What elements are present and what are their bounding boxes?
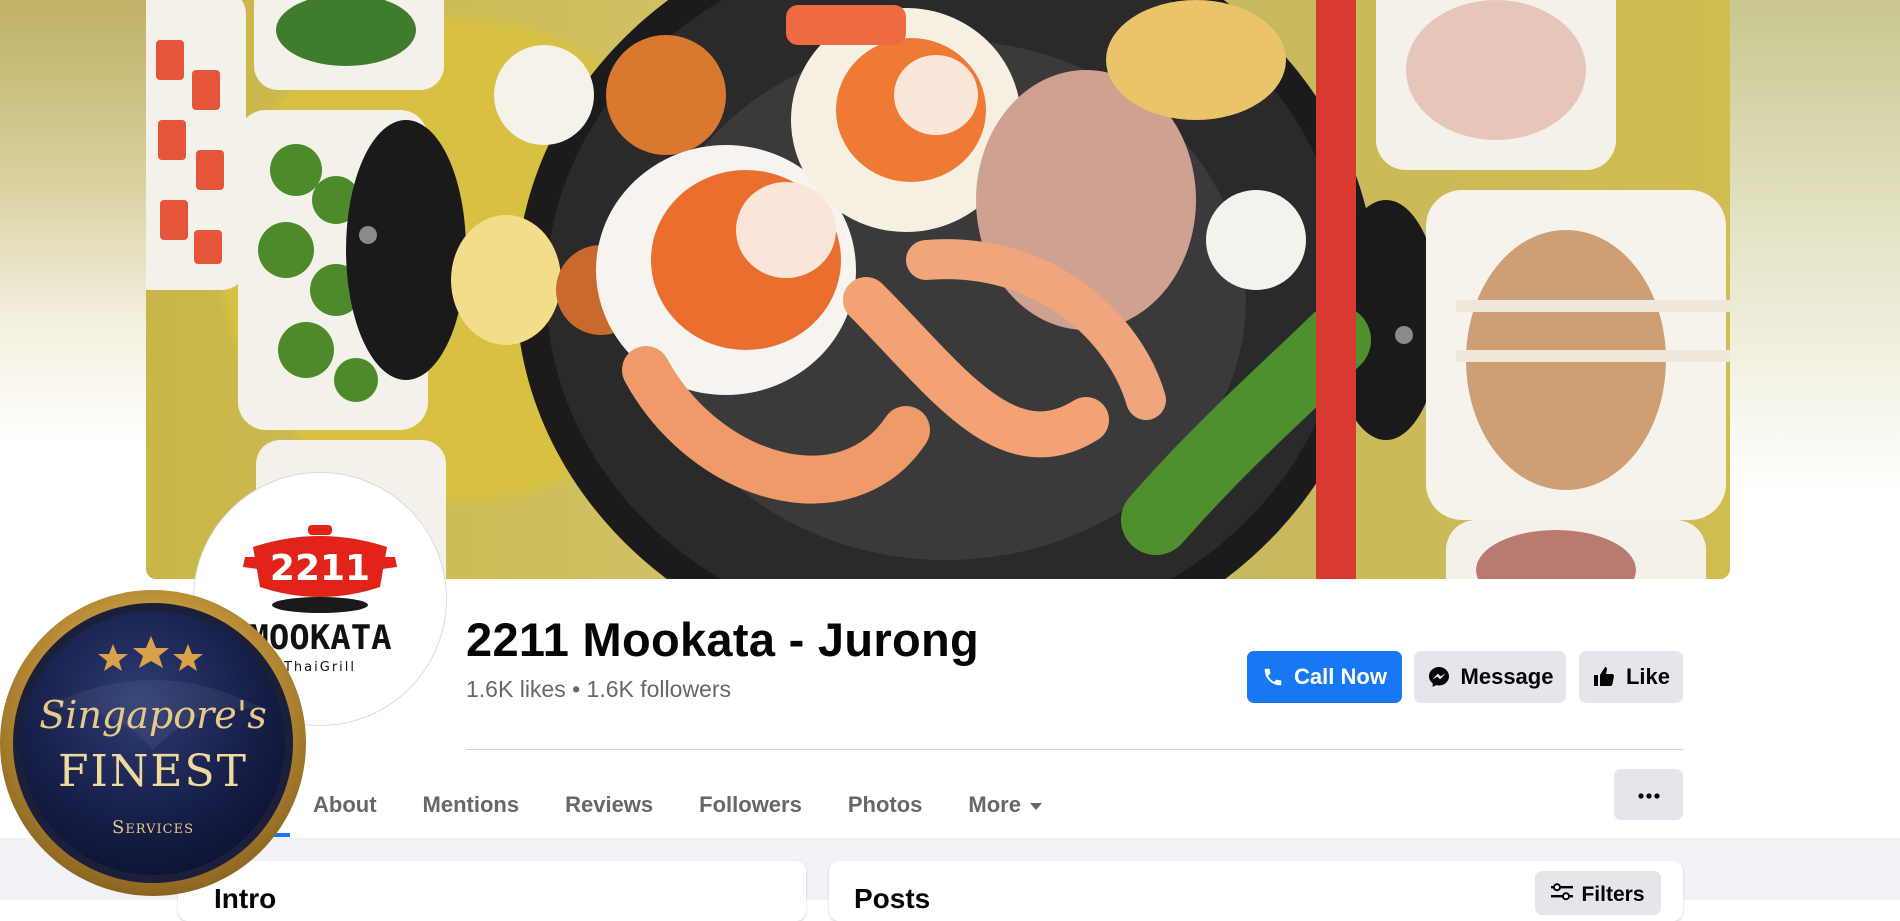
- posts-card: Posts Filters: [829, 861, 1683, 921]
- tab-more[interactable]: More: [945, 777, 1066, 833]
- message-label: Message: [1460, 664, 1554, 689]
- tab-reviews-label: Reviews: [565, 792, 654, 817]
- header-divider: [466, 749, 1683, 750]
- phone-icon: [1262, 666, 1284, 688]
- thumbs-up-icon: [1592, 665, 1616, 689]
- call-now-label: Call Now: [1294, 664, 1387, 689]
- badge-script-text: Singapore's: [39, 693, 266, 737]
- badge-subtitle-text: Services: [112, 817, 194, 838]
- tab-about-label: About: [313, 792, 377, 817]
- filters-label: Filters: [1581, 883, 1645, 906]
- logo-pot-text: 2211: [270, 548, 370, 589]
- call-now-button[interactable]: Call Now: [1247, 651, 1402, 703]
- tab-photos-label: Photos: [847, 792, 923, 817]
- background-left: [0, 0, 146, 620]
- filters-button[interactable]: Filters: [1535, 871, 1661, 915]
- more-options-button[interactable]: [1614, 769, 1683, 820]
- tab-mentions-label: Mentions: [422, 792, 520, 817]
- posts-title: Posts: [854, 883, 931, 914]
- tab-photos[interactable]: Photos: [825, 777, 946, 833]
- page-stats[interactable]: 1.6K likes • 1.6K followers: [466, 676, 731, 703]
- tab-reviews[interactable]: Reviews: [542, 777, 676, 833]
- like-button[interactable]: Like: [1579, 651, 1683, 703]
- caret-down-icon: [1029, 792, 1043, 818]
- tab-followers[interactable]: Followers: [676, 777, 825, 833]
- page-title: 2211 Mookata - Jurong: [466, 613, 979, 666]
- badge-title-text: FINEST: [58, 746, 248, 797]
- ellipsis-icon: [1637, 786, 1660, 804]
- page-tabs: About Mentions Reviews Followers Photos …: [290, 770, 1066, 840]
- like-label: Like: [1625, 664, 1671, 689]
- tab-more-label: More: [968, 792, 1021, 817]
- message-button[interactable]: Message: [1414, 651, 1566, 703]
- filters-icon: [1551, 883, 1574, 907]
- background-right: [1728, 0, 1900, 620]
- tab-mentions[interactable]: Mentions: [400, 777, 543, 833]
- singapores-finest-badge: Singapore's FINEST Services: [0, 590, 310, 900]
- messenger-icon: [1427, 665, 1451, 689]
- tab-followers-label: Followers: [699, 792, 802, 817]
